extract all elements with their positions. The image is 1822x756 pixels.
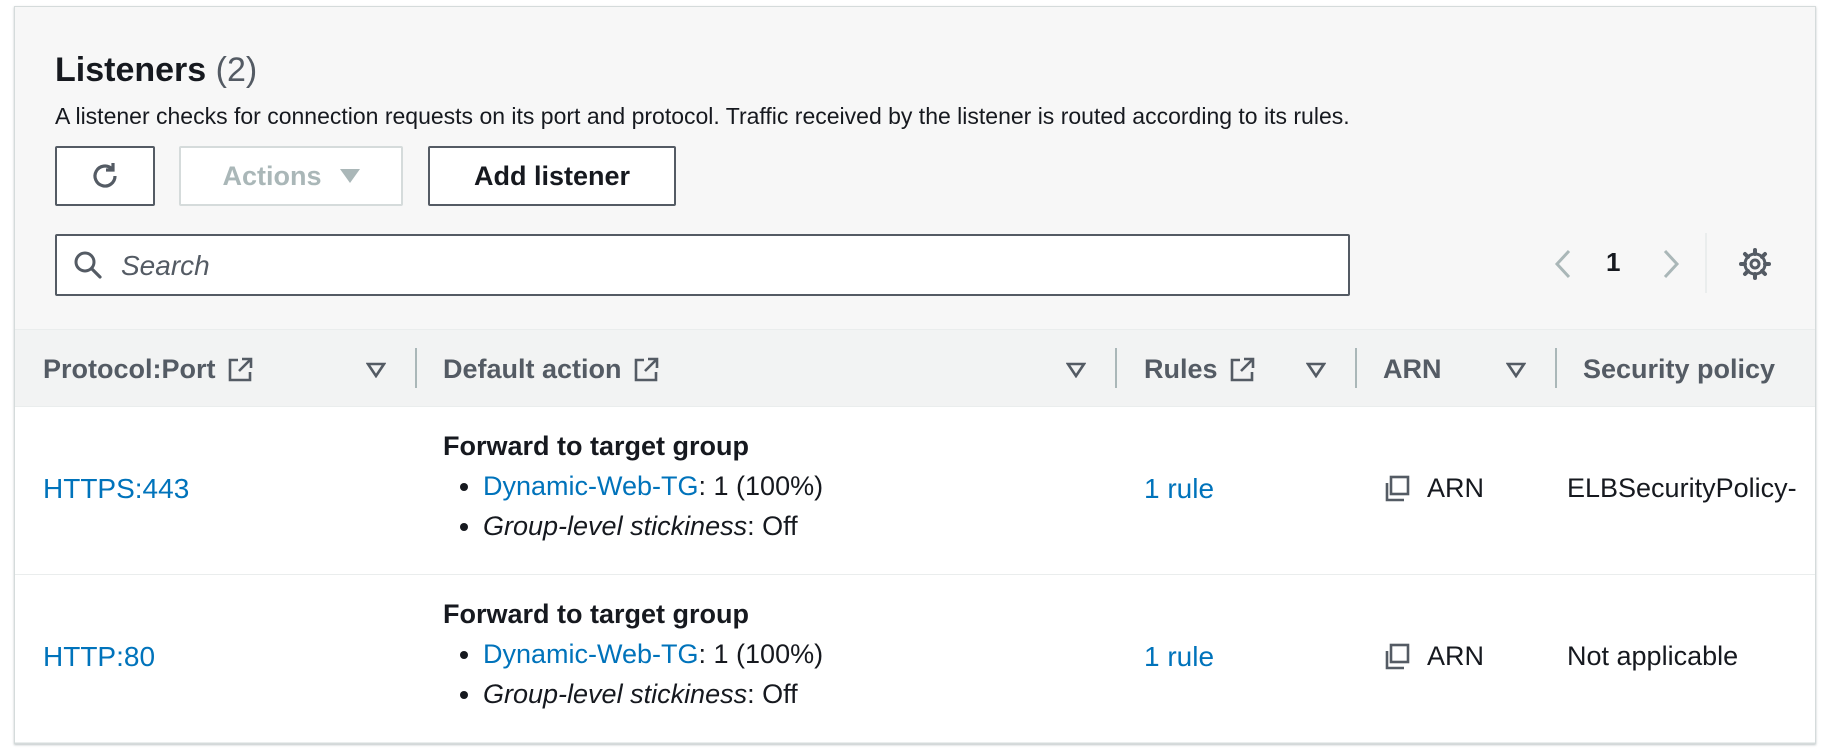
stickiness-item: Group-level stickiness: Off bbox=[483, 510, 823, 542]
column-security-policy-label: Security policy bbox=[1583, 354, 1776, 384]
gear-icon[interactable] bbox=[1739, 248, 1771, 280]
listener-count: (2) bbox=[215, 51, 258, 89]
arn-label: ARN bbox=[1427, 641, 1485, 671]
external-link-icon bbox=[228, 357, 252, 381]
action-title: Forward to target group bbox=[443, 599, 749, 629]
sort-caret-icon[interactable] bbox=[1506, 362, 1526, 378]
sort-caret-icon[interactable] bbox=[1306, 362, 1326, 378]
rules-link[interactable]: 1 rule bbox=[1144, 641, 1214, 673]
column-divider[interactable] bbox=[1555, 348, 1557, 388]
column-protocol-port-label: Protocol:Port bbox=[43, 354, 216, 384]
target-group-link[interactable]: Dynamic-Web-TG bbox=[483, 639, 699, 669]
external-link-icon bbox=[634, 357, 658, 381]
sort-caret-icon[interactable] bbox=[1066, 362, 1086, 378]
copy-icon bbox=[1385, 475, 1410, 501]
search-icon bbox=[74, 251, 102, 279]
add-listener-button[interactable]: Add listener bbox=[428, 146, 676, 206]
default-action-cell: Forward to target group Dynamic-Web-TG: … bbox=[443, 431, 823, 550]
target-group-link[interactable]: Dynamic-Web-TG bbox=[483, 471, 699, 501]
column-arn[interactable]: ARN bbox=[1383, 354, 1442, 385]
table-row: HTTPS:443 Forward to target group Dynami… bbox=[15, 407, 1815, 575]
actions-label: Actions bbox=[222, 160, 322, 191]
column-divider[interactable] bbox=[1355, 348, 1357, 388]
copy-icon bbox=[1385, 643, 1410, 669]
column-default-action-label: Default action bbox=[443, 354, 622, 384]
column-default-action[interactable]: Default action bbox=[443, 354, 660, 385]
search-placeholder: Search bbox=[121, 250, 210, 281]
column-divider[interactable] bbox=[1115, 348, 1117, 388]
stickiness-value: : Off bbox=[747, 511, 798, 541]
stickiness-item: Group-level stickiness: Off bbox=[483, 678, 823, 710]
column-arn-label: ARN bbox=[1383, 354, 1442, 384]
external-link-icon bbox=[1230, 357, 1254, 381]
stickiness-value: : Off bbox=[747, 679, 798, 709]
column-divider[interactable] bbox=[415, 348, 417, 388]
listeners-header: Listeners (2) A listener checks for conn… bbox=[15, 7, 1815, 329]
refresh-button[interactable] bbox=[55, 146, 155, 206]
security-policy-value: Not applicable bbox=[1567, 641, 1739, 671]
target-weight: : 1 (100%) bbox=[698, 471, 824, 501]
target-group-item: Dynamic-Web-TG: 1 (100%) bbox=[483, 638, 823, 670]
title-text: Listeners bbox=[55, 51, 207, 89]
default-action-cell: Forward to target group Dynamic-Web-TG: … bbox=[443, 599, 823, 718]
section-description: A listener checks for connection request… bbox=[55, 103, 1350, 129]
caret-down-icon bbox=[339, 169, 360, 183]
previous-page-icon[interactable] bbox=[1553, 249, 1573, 279]
action-title: Forward to target group bbox=[443, 431, 749, 461]
column-rules[interactable]: Rules bbox=[1144, 354, 1256, 385]
stickiness-label: Group-level stickiness bbox=[483, 679, 748, 709]
protocol-port-link[interactable]: HTTP:80 bbox=[43, 641, 155, 673]
rules-link[interactable]: 1 rule bbox=[1144, 473, 1214, 505]
sort-caret-icon[interactable] bbox=[366, 362, 386, 378]
protocol-port-link[interactable]: HTTPS:443 bbox=[43, 473, 189, 505]
actions-dropdown[interactable]: Actions bbox=[179, 146, 403, 206]
table-row: HTTP:80 Forward to target group Dynamic-… bbox=[15, 575, 1815, 743]
target-group-item: Dynamic-Web-TG: 1 (100%) bbox=[483, 470, 823, 502]
stickiness-label: Group-level stickiness bbox=[483, 511, 748, 541]
column-rules-label: Rules bbox=[1144, 354, 1218, 384]
table-header: Protocol:Port Default action Rules ARN S… bbox=[15, 329, 1815, 407]
target-weight: : 1 (100%) bbox=[698, 639, 824, 669]
column-protocol-port[interactable]: Protocol:Port bbox=[43, 354, 254, 385]
refresh-icon bbox=[93, 163, 117, 188]
pager-divider bbox=[1705, 233, 1707, 293]
search-input[interactable]: Search bbox=[55, 234, 1350, 296]
next-page-icon[interactable] bbox=[1661, 249, 1681, 279]
listeners-panel: Listeners (2) A listener checks for conn… bbox=[14, 6, 1816, 744]
current-page[interactable]: 1 bbox=[1606, 247, 1620, 278]
security-policy-value: ELBSecurityPolicy- bbox=[1567, 473, 1797, 503]
column-security-policy[interactable]: Security policy bbox=[1583, 354, 1775, 385]
arn-copy-button[interactable]: ARN bbox=[1383, 641, 1484, 672]
arn-label: ARN bbox=[1427, 473, 1485, 503]
section-title: Listeners (2) bbox=[55, 51, 257, 90]
arn-copy-button[interactable]: ARN bbox=[1383, 473, 1484, 504]
